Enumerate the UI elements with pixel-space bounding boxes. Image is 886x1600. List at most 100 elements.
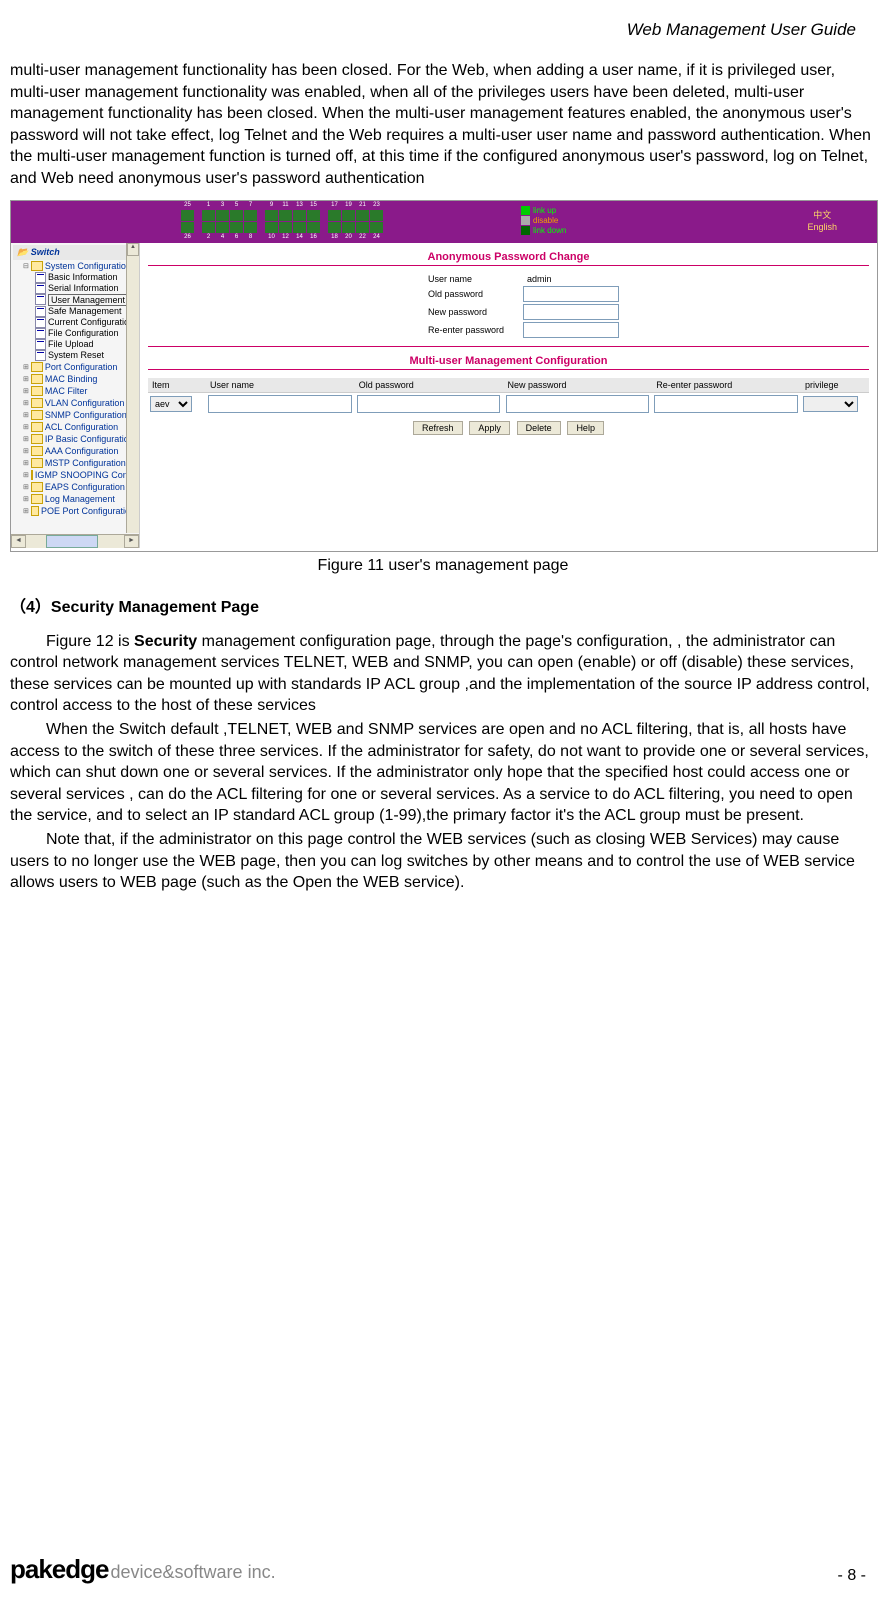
port-icon (370, 210, 383, 221)
port-icon (181, 210, 194, 221)
port-icon (265, 222, 278, 233)
vscrollbar[interactable]: ▲ (126, 243, 139, 533)
hscrollbar[interactable]: ◄ ► (11, 534, 139, 548)
sidebar-igmp[interactable]: ⊞IGMP SNOOPING Config (13, 469, 137, 481)
repw-input[interactable] (523, 322, 619, 338)
folder-icon (31, 422, 43, 432)
item-select[interactable]: aev (150, 396, 192, 412)
para3: Note that, if the administrator on this … (10, 829, 876, 894)
port-label: 9 (265, 202, 278, 209)
port-label: 18 (328, 234, 341, 241)
sidebar-port[interactable]: ⊞Port Configuration (13, 361, 137, 373)
legend-linkup-label: link up (533, 206, 556, 216)
sidebar-item-basic[interactable]: Basic Information (13, 272, 137, 283)
sidebar-item-usermgmt[interactable]: User Management (13, 294, 137, 306)
sidebar-switch[interactable]: 📂 Switch (13, 245, 140, 260)
doc-icon (35, 317, 46, 328)
sidebar-item-safe[interactable]: Safe Management (13, 306, 137, 317)
sidebar-item-reset[interactable]: System Reset (13, 350, 137, 361)
port-label: 14 (293, 234, 306, 241)
sidebar-item-file[interactable]: File Configuration (13, 328, 137, 339)
sidebar-snmp[interactable]: ⊞SNMP Configuration (13, 409, 137, 421)
folder-icon (31, 410, 43, 420)
port-icon (244, 210, 257, 221)
th-item: Item (148, 378, 206, 393)
port-label: 2 (202, 234, 215, 241)
refresh-button[interactable]: Refresh (413, 421, 463, 435)
scroll-right-icon[interactable]: ► (124, 535, 139, 548)
doc-icon (35, 328, 46, 339)
oldpw-label: Old password (428, 289, 523, 299)
port-icon (328, 210, 341, 221)
doc-icon (35, 272, 46, 283)
th-user: User name (206, 378, 355, 393)
sidebar-macbind[interactable]: ⊞MAC Binding (13, 373, 137, 385)
language-switch[interactable]: 中文 English (807, 209, 837, 233)
sidebar-macfilter[interactable]: ⊞MAC Filter (13, 385, 137, 397)
sidebar-item-upload[interactable]: File Upload (13, 339, 137, 350)
port-label: 10 (265, 234, 278, 241)
th-priv: privilege (801, 378, 869, 393)
port-icon (342, 210, 355, 221)
figure-caption: Figure 11 user's management page (10, 557, 876, 575)
port-label: 7 (244, 202, 257, 209)
delete-button[interactable]: Delete (517, 421, 561, 435)
port-label: 3 (216, 202, 229, 209)
port-icon (293, 210, 306, 221)
port-icon (356, 222, 369, 233)
sidebar-aaa[interactable]: ⊞AAA Configuration (13, 445, 137, 457)
lang-cn[interactable]: 中文 (807, 209, 837, 221)
port-icon (307, 222, 320, 233)
logo-sub: device&software inc. (111, 1562, 276, 1583)
folder-icon (31, 494, 43, 504)
oldpw-input[interactable] (523, 286, 619, 302)
para1: Figure 12 is Security management configu… (10, 631, 876, 717)
legend-disable-icon (521, 216, 530, 225)
section-title-anon: Anonymous Password Change (148, 251, 869, 263)
tbl-newpw-input[interactable] (506, 395, 650, 413)
username-label: User name (428, 274, 523, 284)
lang-en[interactable]: English (807, 221, 837, 233)
help-button[interactable]: Help (567, 421, 604, 435)
repw-label: Re-enter password (428, 325, 523, 335)
port-label: 21 (356, 202, 369, 209)
sidebar-item-serial[interactable]: Serial Information (13, 283, 137, 294)
newpw-input[interactable] (523, 304, 619, 320)
apply-button[interactable]: Apply (469, 421, 510, 435)
tbl-username-input[interactable] (208, 395, 352, 413)
table-row: aev (148, 392, 869, 415)
figure-screenshot: 25 26 12 34 56 78 910 1112 1314 1516 171… (10, 200, 878, 552)
legend-disable-label: disable (533, 216, 558, 226)
port-icon (293, 222, 306, 233)
privilege-select[interactable] (803, 396, 858, 412)
scroll-thumb[interactable] (46, 535, 98, 548)
tbl-oldpw-input[interactable] (357, 395, 501, 413)
port-label: 1 (202, 202, 215, 209)
sidebar-item-current[interactable]: Current Configuration (13, 317, 137, 328)
folder-icon (31, 458, 43, 468)
divider (148, 369, 869, 370)
sidebar-mstp[interactable]: ⊞MSTP Configuration (13, 457, 137, 469)
switch-header: 25 26 12 34 56 78 910 1112 1314 1516 171… (11, 201, 877, 243)
folder-icon (31, 482, 43, 492)
para2: When the Switch default ,TELNET, WEB and… (10, 719, 876, 827)
port-label: 15 (307, 202, 320, 209)
scroll-left-icon[interactable]: ◄ (11, 535, 26, 548)
doc-icon (35, 339, 46, 350)
port-icon (244, 222, 257, 233)
sidebar-log[interactable]: ⊞Log Management (13, 493, 137, 505)
port-grid: 25 26 12 34 56 78 910 1112 1314 1516 171… (181, 202, 383, 241)
doc-icon (35, 283, 46, 294)
tbl-repw-input[interactable] (654, 395, 798, 413)
sidebar-eaps[interactable]: ⊞EAPS Configuration (13, 481, 137, 493)
sidebar-ipbasic[interactable]: ⊞IP Basic Configuration (13, 433, 137, 445)
th-oldpw: Old password (355, 378, 504, 393)
port-icon (342, 222, 355, 233)
doc-title: Web Management User Guide (10, 10, 876, 40)
port-icon (370, 222, 383, 233)
sidebar-poe[interactable]: ⊞POE Port Configuration (13, 505, 137, 517)
sidebar-vlan[interactable]: ⊞VLAN Configuration (13, 397, 137, 409)
sidebar-acl[interactable]: ⊞ACL Configuration (13, 421, 137, 433)
sidebar-sysconfig[interactable]: ⊟System Configuration (13, 260, 137, 272)
port-icon (216, 210, 229, 221)
